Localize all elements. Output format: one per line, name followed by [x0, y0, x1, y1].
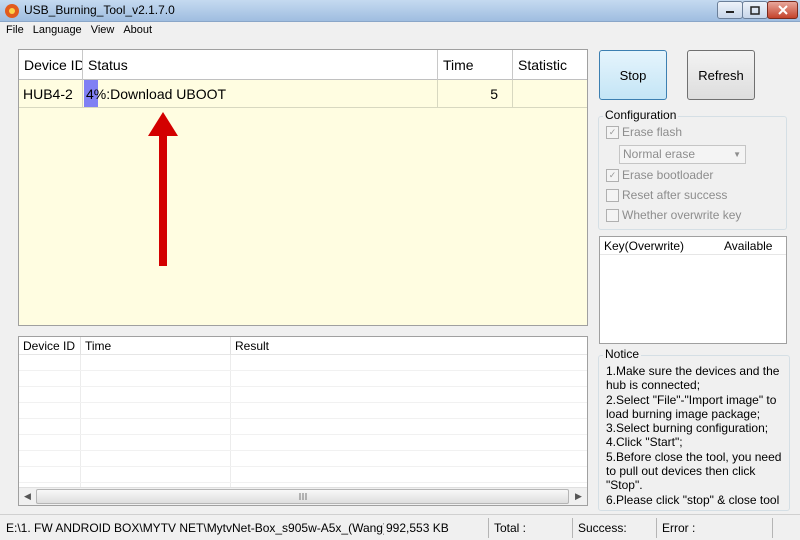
time-cell[interactable]: 5 [438, 80, 513, 108]
results-row [19, 404, 587, 419]
menu-file[interactable]: File [6, 24, 24, 36]
device-id-cell[interactable]: HUB4-2 [19, 80, 83, 108]
key-list-header-key[interactable]: Key(Overwrite) [604, 237, 714, 255]
status-total: Total : [494, 521, 527, 535]
status-separator [572, 518, 573, 538]
reset-after-success-checkbox[interactable]: Reset after success [606, 187, 727, 203]
overwrite-key-label: Whether overwrite key [622, 208, 742, 222]
minimize-button[interactable] [717, 1, 743, 19]
column-header-status[interactable]: Status [83, 50, 438, 80]
configuration-title: Configuration [603, 108, 679, 122]
results-row [19, 356, 587, 371]
scroll-thumb[interactable] [36, 489, 569, 504]
stop-button[interactable]: Stop [599, 50, 667, 100]
notice-title: Notice [603, 347, 642, 361]
results-row [19, 452, 587, 467]
maximize-icon [750, 5, 760, 15]
results-row [19, 420, 587, 435]
close-icon [777, 5, 788, 15]
status-success: Success: [578, 521, 627, 535]
scroll-right-button[interactable]: ▶ [570, 488, 587, 505]
status-image-path: E:\1. FW ANDROID BOX\MYTV NET\MytvNet-Bo… [6, 521, 384, 535]
checkmark-icon: ✓ [608, 126, 617, 137]
erase-flash-label: Erase flash [622, 125, 683, 139]
results-row [19, 436, 587, 451]
menu-language[interactable]: Language [33, 24, 82, 36]
results-list[interactable]: Device ID Time Result ◀ ▶ [18, 336, 588, 506]
column-header-device-id[interactable]: Device ID [19, 50, 83, 80]
window-title: USB_Burning_Tool_v2.1.7.0 [24, 3, 175, 17]
overwrite-key-checkbox[interactable]: Whether overwrite key [606, 207, 741, 223]
erase-flash-checkbox[interactable]: ✓ Erase flash [606, 124, 682, 140]
erase-bootloader-checkbox[interactable]: ✓ Erase bootloader [606, 167, 713, 183]
erase-mode-select[interactable]: Normal erase ▼ [619, 145, 746, 164]
scroll-left-icon: ◀ [24, 491, 31, 501]
maximize-button[interactable] [742, 1, 768, 19]
close-button[interactable] [767, 1, 798, 19]
refresh-button[interactable]: Refresh [687, 50, 755, 100]
status-image-size: 992,553 KB [386, 521, 449, 535]
dropdown-arrow-icon: ▼ [733, 150, 741, 159]
menu-view[interactable]: View [91, 24, 115, 36]
status-bar: E:\1. FW ANDROID BOX\MYTV NET\MytvNet-Bo… [0, 514, 800, 540]
column-header-time[interactable]: Time [438, 50, 513, 80]
status-separator [772, 518, 773, 538]
menu-about[interactable]: About [123, 24, 152, 36]
results-header-time[interactable]: Time [81, 337, 231, 355]
results-row [19, 372, 587, 387]
notice-text: 1.Make sure the devices and the hub is c… [606, 364, 782, 507]
horizontal-scrollbar[interactable]: ◀ ▶ [19, 487, 587, 505]
scroll-left-button[interactable]: ◀ [19, 488, 36, 505]
column-header-statistic[interactable]: Statistic [513, 50, 587, 80]
results-header-result[interactable]: Result [231, 337, 587, 355]
erase-bootloader-label: Erase bootloader [622, 168, 714, 182]
minimize-icon [726, 11, 734, 13]
results-header-device-id[interactable]: Device ID [19, 337, 81, 355]
results-row [19, 388, 587, 403]
checkmark-icon: ✓ [608, 169, 617, 180]
scroll-right-icon: ▶ [575, 491, 582, 501]
reset-after-success-label: Reset after success [622, 188, 728, 202]
app-icon [5, 4, 19, 18]
statistic-cell[interactable] [513, 80, 587, 108]
status-cell[interactable]: 4%:Download UBOOT [83, 80, 438, 108]
annotation-arrow [148, 112, 178, 266]
status-separator [488, 518, 489, 538]
scroll-thumb-grip-icon [299, 493, 306, 500]
key-list[interactable]: Key(Overwrite) Available [599, 236, 787, 344]
key-list-header-available[interactable]: Available [724, 237, 786, 255]
erase-mode-value: Normal erase [623, 147, 696, 161]
status-error: Error : [662, 521, 696, 535]
menu-bar: File Language View About [0, 22, 800, 38]
results-row [19, 468, 587, 483]
status-separator [656, 518, 657, 538]
device-grid[interactable]: Device ID Status Time Statistic HUB4-2 4… [18, 49, 588, 326]
